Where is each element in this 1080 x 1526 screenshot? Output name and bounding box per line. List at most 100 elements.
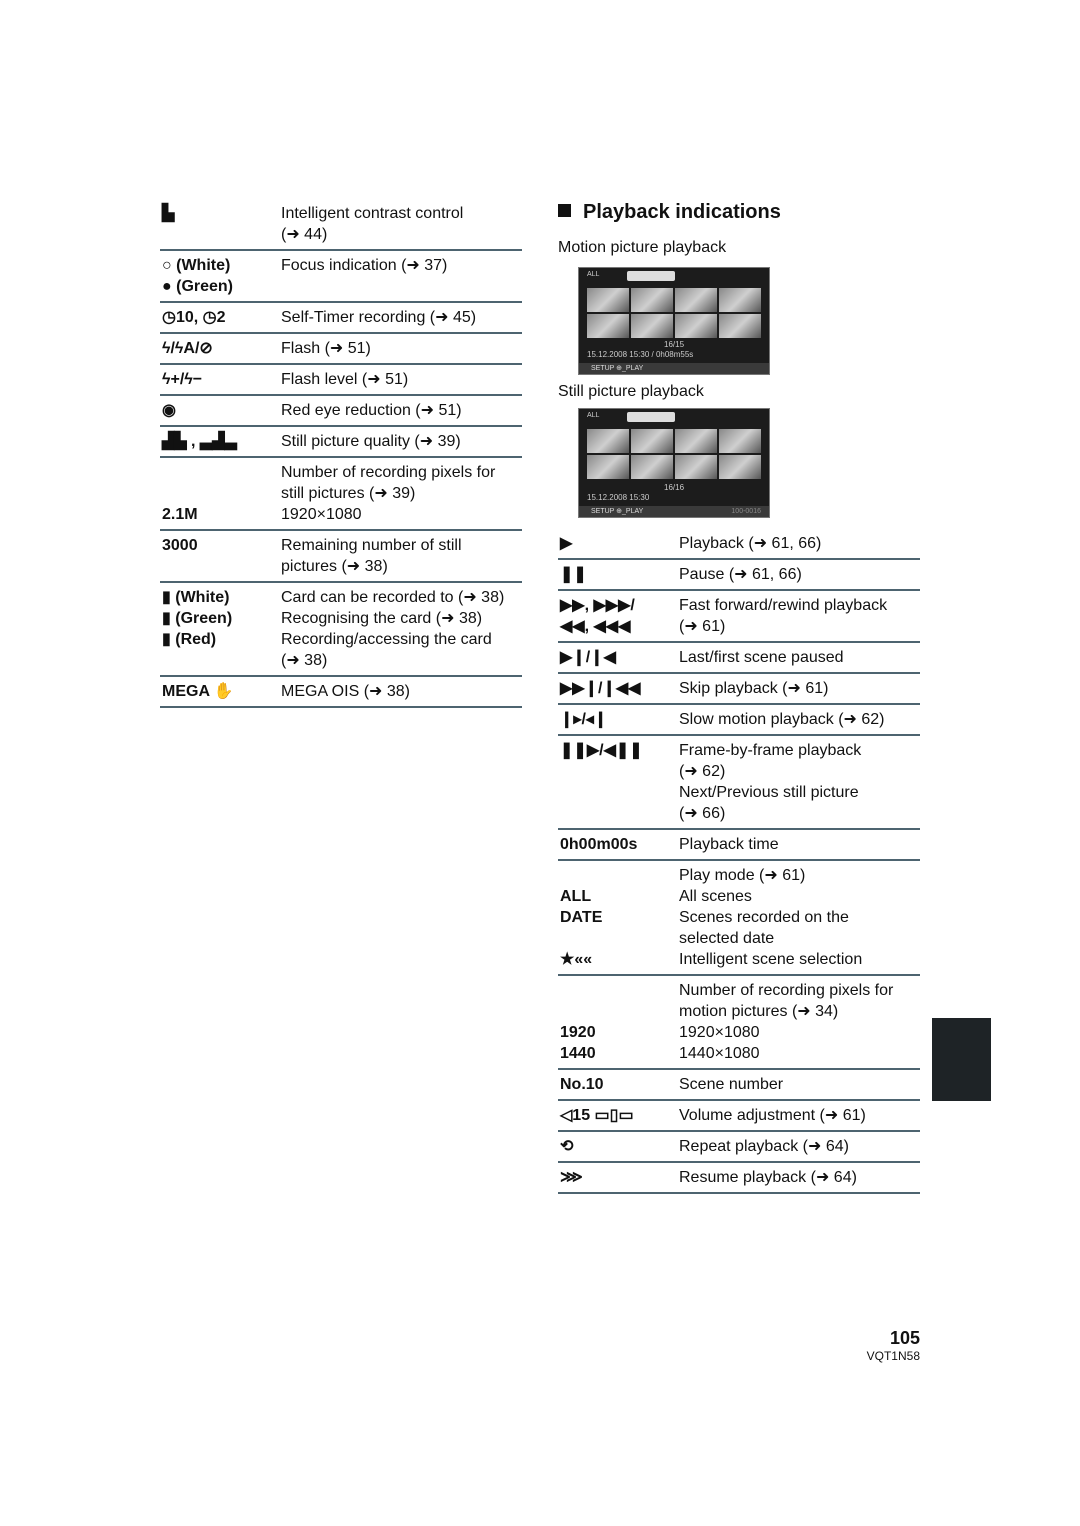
indicator-icon: ϟ+/ϟ−	[162, 371, 203, 388]
model-code: VQT1N58	[866, 1349, 920, 1363]
indicator-description: Fast forward/rewind playback (➜ 61)	[679, 597, 888, 635]
table-row: ϟ/ϟA/⊘ Flash (➜ 51)	[160, 334, 522, 365]
table-row: 0h00m00s Playback time	[558, 830, 920, 861]
motion-label: Motion picture playback	[558, 239, 727, 256]
table-row: ALL DATE ★«« Play mode (➜ 61) All scenes …	[558, 861, 920, 976]
table-row: ▶ Playback (➜ 61, 66)	[558, 529, 920, 560]
indicator-icon: ALL DATE ★««	[560, 888, 603, 968]
indicator-icon: ▶❙/❙◀	[560, 649, 616, 666]
datetime: 15.12.2008 15:30 / 0h08m55s	[587, 350, 694, 359]
table-row: ▮ (White) ▮ (Green) ▮ (Red) Card can be r…	[160, 583, 522, 677]
indicator-icon: ❚❚	[560, 566, 587, 583]
setup-bar: SETUP ⊕_PLAY	[579, 363, 769, 374]
indicator-description: Number of recording pixels for still pic…	[281, 464, 496, 523]
table-row: ❚❚▶/◀❚❚ Frame-by-frame playback (➜ 62) Ne…	[558, 736, 920, 830]
indicator-icon: MEGA ✋	[162, 683, 234, 700]
square-bullet-icon	[558, 204, 571, 217]
table-row: ▶❙/❙◀ Last/first scene paused	[558, 643, 920, 674]
page-number: 105	[889, 1328, 920, 1348]
indicator-icon: ⋙	[560, 1169, 583, 1186]
indicator-description: Card can be recorded to (➜ 38) Recognisi…	[281, 589, 505, 669]
indicator-icon: ▮ (White) ▮ (Green) ▮ (Red)	[162, 589, 233, 648]
indicator-icon: ▶▶, ▶▶▶/ ◀◀, ◀◀◀	[560, 597, 635, 635]
table-row: ▙ Intelligent contrast control (➜ 44)	[160, 199, 522, 251]
indicator-description: Play mode (➜ 61) All scenes Scenes recor…	[679, 867, 863, 968]
indicator-description: Playback (➜ 61, 66)	[679, 535, 822, 552]
table-row: ϟ+/ϟ− Flash level (➜ 51)	[160, 365, 522, 396]
table-row: ❙▸/◂❙ Slow motion playback (➜ 62)	[558, 705, 920, 736]
setup-text: SETUP ⊕_PLAY	[591, 508, 644, 515]
indicator-description: Remaining number of still pictures (➜ 38…	[281, 537, 462, 575]
table-row: MEGA ✋ MEGA OIS (➜ 38)	[160, 677, 522, 708]
counter: 16/15	[664, 340, 685, 349]
counter: 16/16	[664, 483, 685, 492]
indicator-icon: ▙	[162, 205, 175, 222]
indicator-icon: ◷10, ◷2	[162, 309, 226, 326]
indicator-description: Pause (➜ 61, 66)	[679, 566, 802, 583]
table-row: ◁15 ▭▯▭ Volume adjustment (➜ 61)	[558, 1101, 920, 1132]
tab-icons	[627, 271, 675, 281]
table-row: No.10 Scene number	[558, 1070, 920, 1101]
indicator-description: MEGA OIS (➜ 38)	[281, 683, 410, 700]
table-row: 1920 1440 Number of recording pixels for …	[558, 976, 920, 1070]
table-row: ⟲ Repeat playback (➜ 64)	[558, 1132, 920, 1163]
indicator-description: Still picture quality (➜ 39)	[281, 433, 461, 450]
indicator-icon: ◉	[162, 402, 176, 419]
indicator-description: Playback time	[679, 836, 779, 853]
table-row: ◷10, ◷2 Self-Timer recording (➜ 45)	[160, 303, 522, 334]
indicator-icon: ϟ/ϟA/⊘	[162, 340, 213, 357]
indicator-description: Frame-by-frame playback (➜ 62) Next/Prev…	[679, 742, 862, 822]
indicator-icon: ◁15 ▭▯▭	[560, 1107, 634, 1124]
indicator-icon: 1920 1440	[560, 1024, 596, 1062]
file-number: 100-0016	[731, 508, 761, 515]
indicator-icon: ▟▙ , ▃▟▃	[162, 433, 237, 450]
table-row: 3000 Remaining number of still pictures (…	[160, 531, 522, 583]
table-row: ▶▶❙/❙◀◀ Skip playback (➜ 61)	[558, 674, 920, 705]
table-row: ⋙ Resume playback (➜ 64)	[558, 1163, 920, 1194]
indicator-icon: 3000	[162, 537, 198, 554]
table-row: ▶▶, ▶▶▶/ ◀◀, ◀◀◀ Fast forward/rewind play…	[558, 591, 920, 643]
mode-badge: ALL	[587, 412, 600, 419]
indicator-icon: 2.1M	[162, 506, 198, 523]
indicator-description: Slow motion playback (➜ 62)	[679, 711, 885, 728]
table-row: ○ (White) ● (Green) Focus indication (➜ 3…	[160, 251, 522, 303]
section-title: Playback indications	[583, 201, 781, 223]
indicator-description: Self-Timer recording (➜ 45)	[281, 309, 477, 326]
chapter-tab	[932, 1018, 991, 1101]
thumbnail-grid	[587, 429, 761, 479]
indicator-description: Number of recording pixels for motion pi…	[679, 982, 894, 1062]
indicator-description: Last/first scene paused	[679, 649, 844, 666]
indicator-description: Intelligent contrast control (➜ 44)	[281, 205, 464, 243]
indicator-description: Resume playback (➜ 64)	[679, 1169, 857, 1186]
indicator-description: Skip playback (➜ 61)	[679, 680, 829, 697]
indicator-description: Scene number	[679, 1076, 784, 1093]
indicator-description: Focus indication (➜ 37)	[281, 257, 448, 274]
indicator-icon: ○ (White) ● (Green)	[162, 257, 234, 295]
table-row: 2.1M Number of recording pixels for still…	[160, 458, 522, 531]
table-row: ❚❚ Pause (➜ 61, 66)	[558, 560, 920, 591]
indicator-icon: ❚❚▶/◀❚❚	[560, 742, 643, 759]
mode-badge: ALL	[587, 271, 600, 278]
datetime: 15.12.2008 15:30	[587, 493, 650, 502]
motion-playback-screen: ALL 16/15 15.12.2008 15:30 / 0h08m55s SE…	[578, 267, 770, 375]
indicator-icon: ▶	[560, 535, 573, 552]
thumbnail-grid	[587, 288, 761, 338]
table-row: ◉ Red eye reduction (➜ 51)	[160, 396, 522, 427]
indicator-icon: No.10	[560, 1076, 604, 1093]
section-heading: Playback indications	[558, 201, 781, 224]
indicator-icon: ▶▶❙/❙◀◀	[560, 680, 641, 697]
indicator-description: Volume adjustment (➜ 61)	[679, 1107, 866, 1124]
indicator-icon: 0h00m00s	[560, 836, 638, 853]
indicator-icon: ❙▸/◂❙	[560, 711, 608, 728]
indicator-description: Red eye reduction (➜ 51)	[281, 402, 462, 419]
still-label: Still picture playback	[558, 383, 704, 400]
tab-icons	[627, 412, 675, 422]
indicator-description: Flash level (➜ 51)	[281, 371, 409, 388]
indicator-description: Repeat playback (➜ 64)	[679, 1138, 849, 1155]
indicator-description: Flash (➜ 51)	[281, 340, 371, 357]
still-playback-screen: ALL 16/16 15.12.2008 15:30 SETUP ⊕_PLAY 1…	[578, 408, 770, 518]
playback-indications-table: ▶ Playback (➜ 61, 66) ❚❚ Pause (➜ 61, 66) ▶▶…	[558, 529, 920, 1194]
table-row: ▟▙ , ▃▟▃ Still picture quality (➜ 39)	[160, 427, 522, 458]
left-indications-table: ▙ Intelligent contrast control (➜ 44) ○ (W…	[160, 199, 522, 708]
indicator-icon: ⟲	[560, 1138, 574, 1155]
